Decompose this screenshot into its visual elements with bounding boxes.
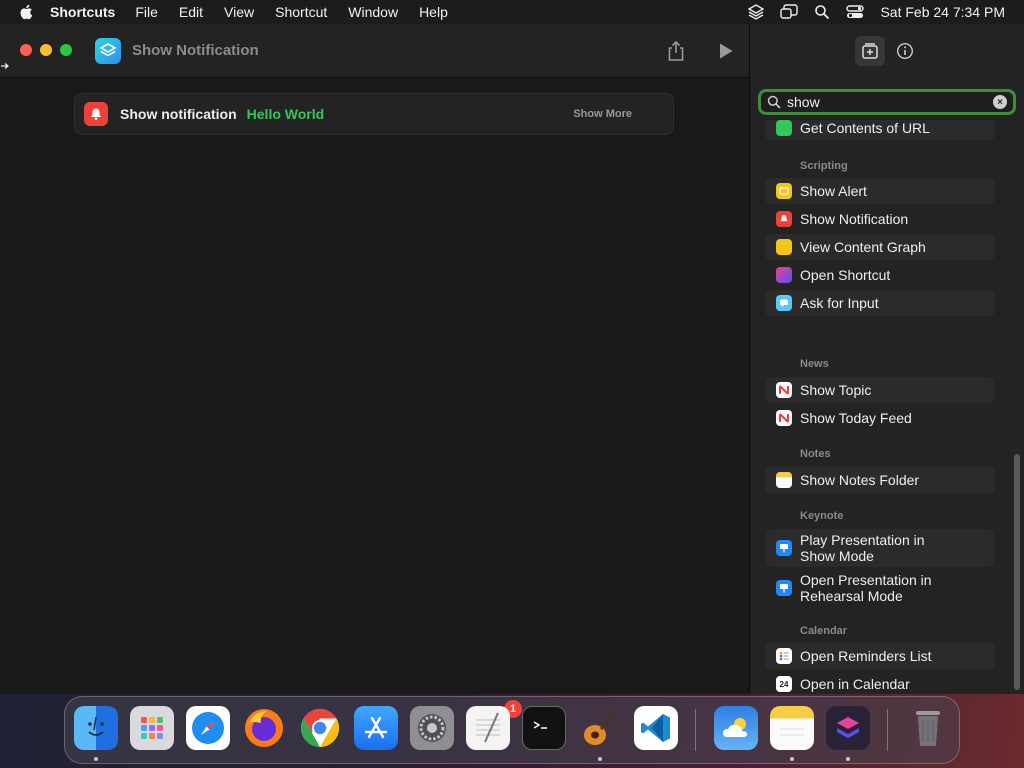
running-indicator — [94, 757, 98, 761]
dock-separator — [695, 709, 696, 751]
running-indicator — [790, 757, 794, 761]
dock-separator — [887, 709, 888, 751]
section-header: Keynote — [800, 510, 844, 522]
list-item[interactable]: Ask for Input — [766, 290, 994, 316]
clear-search-icon[interactable]: × — [993, 95, 1007, 109]
menu-shortcut[interactable]: Shortcut — [275, 4, 327, 20]
layers-status-icon[interactable] — [747, 4, 765, 20]
list-item[interactable]: Open Reminders List — [766, 643, 994, 669]
shortcuts-app-icon — [776, 267, 792, 283]
menu-view[interactable]: View — [224, 4, 254, 20]
list-item[interactable]: Open Presentation in Rehearsal Mode — [766, 569, 994, 607]
menu-file[interactable]: File — [135, 4, 158, 20]
apple-menu-icon[interactable] — [18, 3, 36, 21]
list-item[interactable]: Show Notes Folder — [766, 467, 994, 493]
system-settings-icon[interactable] — [410, 706, 454, 750]
running-indicator — [846, 757, 850, 761]
window-title[interactable]: Show Notification — [132, 42, 259, 59]
close-window-button[interactable] — [20, 44, 32, 56]
dock: 1 — [64, 696, 960, 764]
trash-icon[interactable] — [906, 706, 950, 750]
url-icon — [776, 120, 792, 136]
share-icon[interactable] — [666, 40, 686, 62]
section-header: Scripting — [800, 160, 848, 172]
launchpad-icon[interactable] — [130, 706, 174, 750]
action-search-field[interactable]: × — [758, 89, 1016, 115]
notes-app-icon[interactable] — [770, 706, 814, 750]
section-header: News — [800, 358, 829, 370]
zoom-window-button[interactable] — [60, 44, 72, 56]
vscode-icon[interactable] — [634, 706, 678, 750]
menu-bar: Shortcuts File Edit View Shortcut Window… — [0, 0, 1024, 24]
list-item[interactable]: 24 Open in Calendar — [766, 671, 994, 694]
tab-action-library[interactable] — [855, 36, 885, 66]
weather-icon[interactable] — [714, 706, 758, 750]
list-item[interactable]: Get Contents of URL — [766, 120, 994, 140]
section-header: Calendar — [800, 625, 848, 637]
action-label: Show notification — [120, 106, 237, 122]
info-icon — [896, 42, 914, 60]
list-item[interactable]: Show Today Feed — [766, 405, 994, 431]
title-bar: Show Notification — [0, 24, 749, 78]
terminal-icon[interactable] — [522, 706, 566, 750]
control-center-icon[interactable] — [846, 4, 865, 20]
section-header: Notes — [800, 448, 831, 460]
news-icon — [776, 410, 792, 426]
firefox-icon[interactable] — [242, 706, 286, 750]
list-item[interactable]: Show Alert — [766, 178, 994, 204]
menu-window[interactable]: Window — [348, 4, 398, 20]
sidebar-header — [750, 24, 1024, 78]
notification-bell-icon — [776, 211, 792, 227]
reminders-icon — [776, 648, 792, 664]
safari-icon[interactable] — [186, 706, 230, 750]
show-more-button[interactable]: Show More — [573, 108, 632, 120]
add-action-icon — [862, 43, 878, 59]
menu-clock[interactable]: Sat Feb 24 7:34 PM — [880, 4, 1005, 20]
shortcut-icon[interactable] — [95, 38, 121, 64]
tab-details[interactable] — [890, 36, 920, 66]
keynote-icon — [776, 580, 792, 596]
calendar-icon: 24 — [776, 676, 792, 692]
keynote-icon — [776, 540, 792, 556]
list-item[interactable]: Show Topic — [766, 377, 994, 403]
show-notification-action[interactable]: Show notification Hello World Show More — [74, 93, 674, 135]
spotlight-search-icon[interactable] — [813, 4, 831, 20]
list-item[interactable]: View Content Graph — [766, 234, 994, 260]
garageband-icon[interactable] — [578, 706, 622, 750]
minimize-window-button[interactable] — [40, 44, 52, 56]
news-icon — [776, 382, 792, 398]
list-item[interactable]: Open Shortcut — [766, 262, 994, 288]
shortcuts-app-icon[interactable] — [826, 706, 870, 750]
menu-help[interactable]: Help — [419, 4, 448, 20]
shortcuts-window: Show Notification Show notification Hell… — [0, 24, 1024, 694]
search-icon — [767, 95, 781, 109]
list-item[interactable]: Show Notification — [766, 206, 994, 232]
running-indicator — [598, 757, 602, 761]
mouse-cursor-icon — [1, 63, 9, 69]
run-play-icon[interactable] — [718, 42, 734, 60]
menu-edit[interactable]: Edit — [179, 4, 203, 20]
app-store-icon[interactable] — [354, 706, 398, 750]
notification-text-token[interactable]: Hello World — [247, 106, 325, 122]
search-input[interactable] — [787, 94, 983, 110]
textedit-icon[interactable] — [466, 706, 510, 750]
notes-icon — [776, 472, 792, 488]
list-item[interactable]: Play Presentation in Show Mode — [766, 529, 994, 567]
finder-icon[interactable] — [74, 706, 118, 750]
ask-input-icon — [776, 295, 792, 311]
notification-bell-icon — [84, 102, 108, 126]
action-library-sidebar: × Get Contents of URL Scripting Show Ale… — [749, 24, 1024, 694]
alert-icon — [776, 183, 792, 199]
chrome-icon[interactable] — [298, 706, 342, 750]
shortcut-editor: Show notification Hello World Show More — [0, 79, 749, 694]
menu-app-name[interactable]: Shortcuts — [50, 4, 115, 20]
action-results-list[interactable]: Get Contents of URL Scripting Show Alert… — [750, 120, 1012, 694]
sidebar-scrollbar[interactable] — [1014, 454, 1020, 690]
screen-mirroring-icon[interactable] — [780, 4, 799, 20]
content-graph-icon — [776, 239, 792, 255]
